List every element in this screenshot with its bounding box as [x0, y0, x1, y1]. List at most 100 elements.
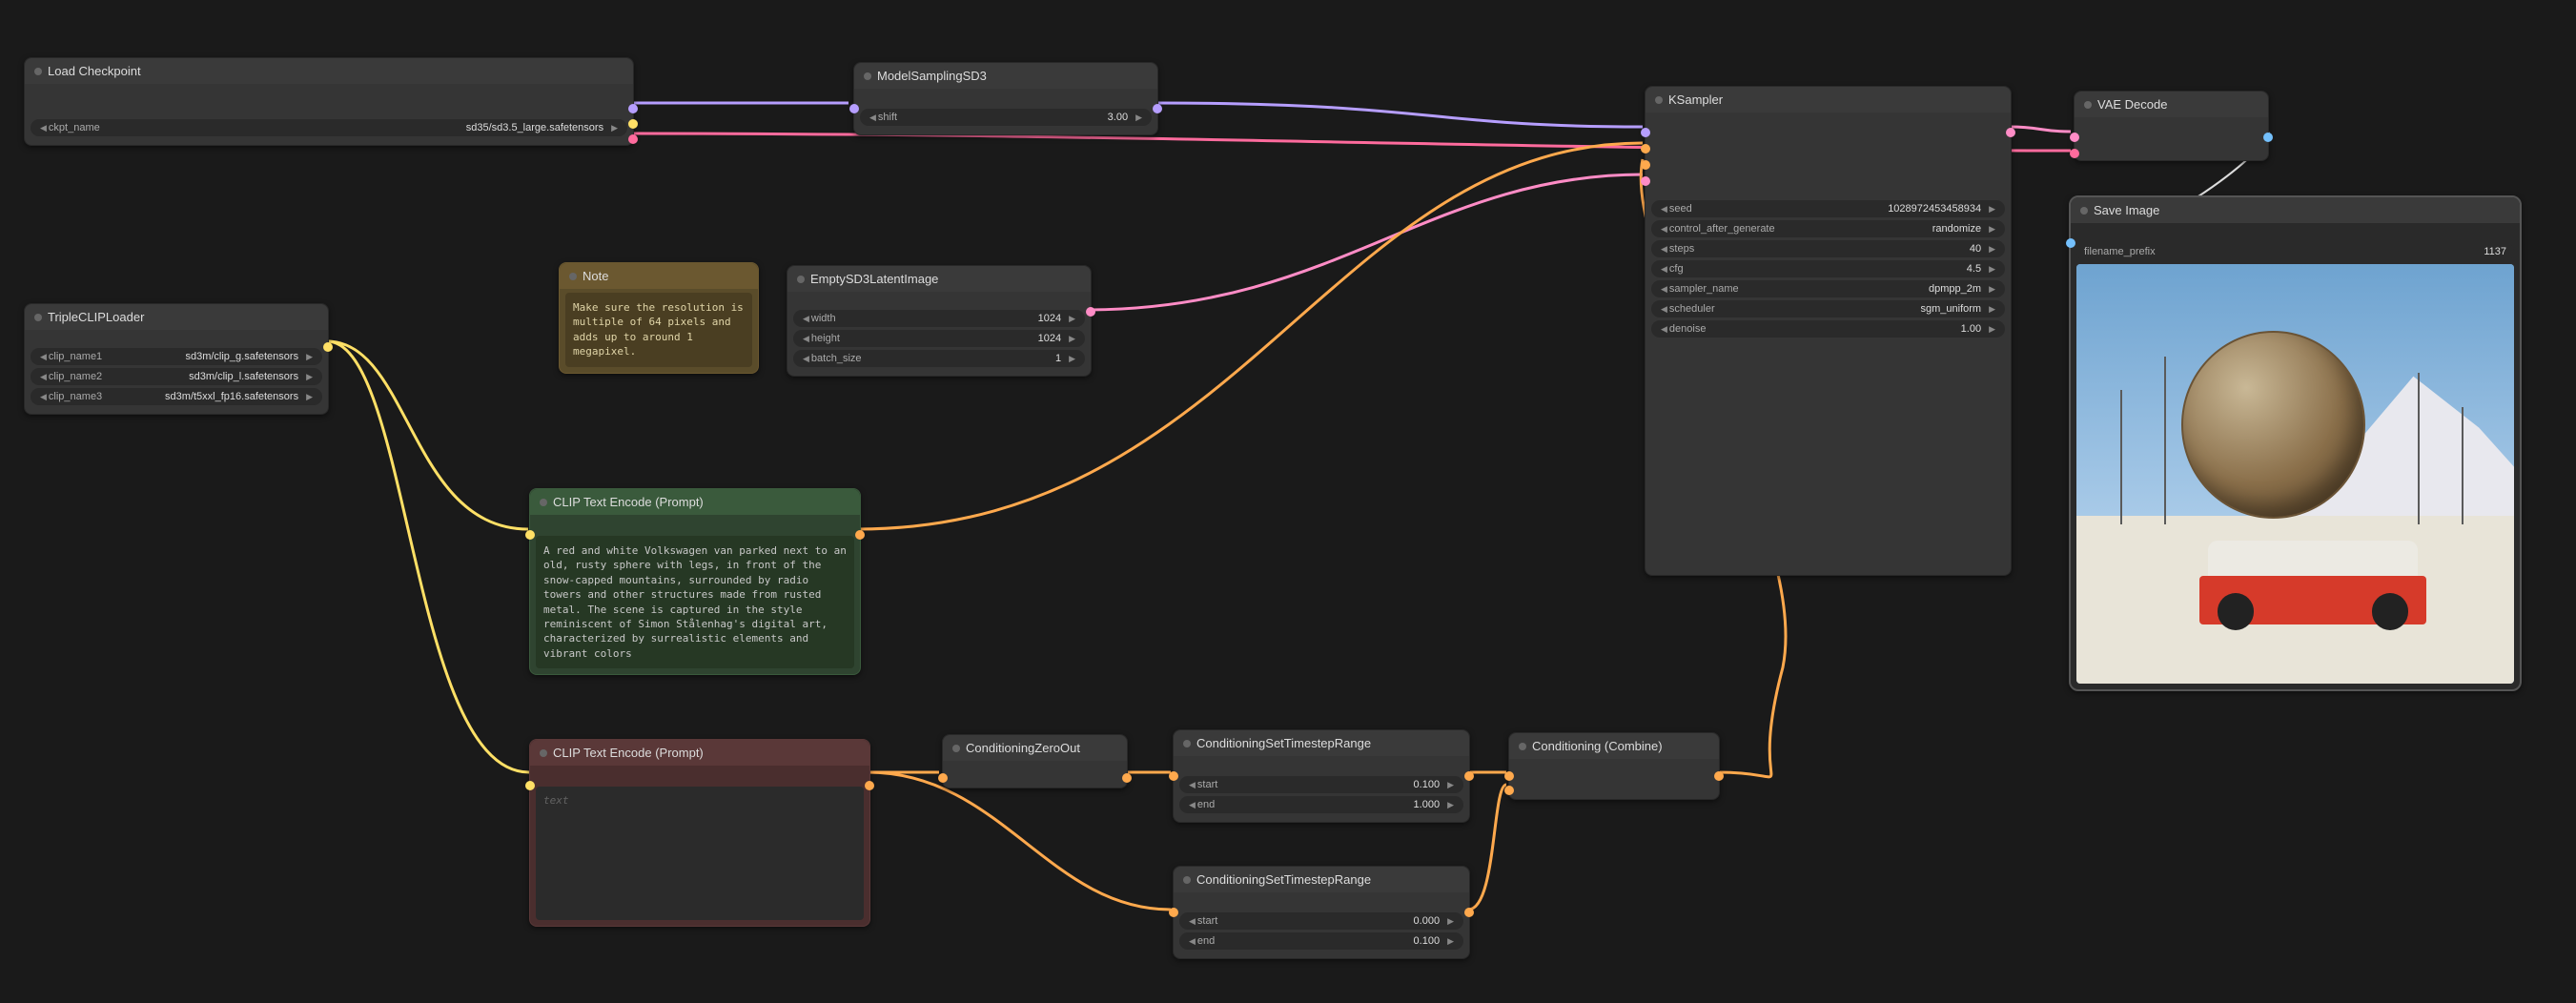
- arrow-right-icon[interactable]: ▶: [304, 352, 315, 362]
- width-widget[interactable]: ◀width1024▶: [793, 310, 1085, 327]
- shift-widget[interactable]: ◀ shift 3.00 ▶: [860, 109, 1152, 126]
- node-cond-range-2[interactable]: ConditioningSetTimestepRange ◀start0.000…: [1173, 866, 1470, 959]
- arrow-right-icon[interactable]: ▶: [1067, 314, 1077, 324]
- note-text[interactable]: Make sure the resolution is multiple of …: [565, 293, 752, 367]
- port-model-out[interactable]: [1153, 104, 1162, 113]
- arrow-left-icon[interactable]: ◀: [1187, 936, 1197, 947]
- negative-prompt-text[interactable]: text: [536, 787, 864, 920]
- port-model-out[interactable]: [628, 104, 638, 113]
- node-header[interactable]: KSampler: [1646, 87, 2011, 113]
- node-clip-negative[interactable]: CLIP Text Encode (Prompt) text: [529, 739, 870, 927]
- port-latent-out[interactable]: [2006, 128, 2015, 137]
- clip1-widget[interactable]: ◀clip_name1sd3m/clip_g.safetensors▶: [31, 348, 322, 365]
- node-triple-clip[interactable]: TripleCLIPLoader ◀clip_name1sd3m/clip_g.…: [24, 303, 329, 415]
- arrow-left-icon[interactable]: ◀: [38, 372, 49, 382]
- port-model-in[interactable]: [849, 104, 859, 113]
- node-vae-decode[interactable]: VAE Decode: [2074, 91, 2269, 161]
- arrow-right-icon[interactable]: ▶: [1067, 354, 1077, 364]
- port-cond-in[interactable]: [1169, 771, 1178, 781]
- arrow-left-icon[interactable]: ◀: [1187, 780, 1197, 790]
- collapse-dot-icon[interactable]: [34, 314, 42, 321]
- collapse-dot-icon[interactable]: [1183, 740, 1191, 747]
- port-negative-in[interactable]: [1641, 160, 1650, 170]
- port-vae-out[interactable]: [628, 134, 638, 144]
- arrow-right-icon[interactable]: ▶: [1987, 244, 1997, 255]
- node-header[interactable]: VAE Decode: [2075, 92, 2268, 117]
- ckpt-name-widget[interactable]: ◀ ckpt_name sd35/sd3.5_large.safetensors…: [31, 119, 627, 136]
- node-header[interactable]: CLIP Text Encode (Prompt): [530, 489, 860, 515]
- port-clip-out[interactable]: [628, 119, 638, 129]
- port-cond-out[interactable]: [1714, 771, 1724, 781]
- arrow-right-icon[interactable]: ▶: [1987, 284, 1997, 295]
- arrow-right-icon[interactable]: ▶: [1445, 936, 1456, 947]
- node-header[interactable]: CLIP Text Encode (Prompt): [530, 740, 869, 766]
- port-vae-in[interactable]: [2070, 149, 2079, 158]
- sampler-widget[interactable]: ◀sampler_namedpmpp_2m▶: [1651, 280, 2005, 297]
- collapse-dot-icon[interactable]: [1183, 876, 1191, 884]
- collapse-dot-icon[interactable]: [797, 276, 805, 283]
- arrow-right-icon[interactable]: ▶: [304, 372, 315, 382]
- node-cond-combine[interactable]: Conditioning (Combine): [1508, 732, 1720, 800]
- port-cond-out[interactable]: [1464, 771, 1474, 781]
- node-header[interactable]: EmptySD3LatentImage: [787, 266, 1091, 292]
- node-note[interactable]: Note Make sure the resolution is multipl…: [559, 262, 759, 374]
- steps-widget[interactable]: ◀steps40▶: [1651, 240, 2005, 257]
- port-cond-in[interactable]: [1169, 908, 1178, 917]
- arrow-right-icon[interactable]: ▶: [1987, 264, 1997, 275]
- arrow-left-icon[interactable]: ◀: [38, 123, 49, 133]
- node-ksampler[interactable]: KSampler ◀seed1028972453458934▶ ◀control…: [1645, 86, 2012, 576]
- arrow-right-icon[interactable]: ▶: [1987, 324, 1997, 335]
- arrow-right-icon[interactable]: ▶: [1445, 800, 1456, 810]
- node-header[interactable]: Save Image: [2071, 197, 2520, 223]
- arrow-left-icon[interactable]: ◀: [1659, 224, 1669, 235]
- prefix-widget[interactable]: filename_prefix1137: [2076, 243, 2514, 260]
- arrow-right-icon[interactable]: ▶: [1987, 224, 1997, 235]
- port-cond-out[interactable]: [1464, 908, 1474, 917]
- arrow-left-icon[interactable]: ◀: [1659, 304, 1669, 315]
- end-widget[interactable]: ◀end0.100▶: [1179, 932, 1463, 950]
- arrow-left-icon[interactable]: ◀: [1659, 204, 1669, 215]
- collapse-dot-icon[interactable]: [540, 749, 547, 757]
- port-cond-out[interactable]: [855, 530, 865, 540]
- node-header[interactable]: TripleCLIPLoader: [25, 304, 328, 330]
- node-save-image[interactable]: Save Image filename_prefix1137: [2069, 195, 2522, 691]
- collapse-dot-icon[interactable]: [2080, 207, 2088, 215]
- node-cond-range-1[interactable]: ConditioningSetTimestepRange ◀start0.100…: [1173, 729, 1470, 823]
- collapse-dot-icon[interactable]: [2084, 101, 2092, 109]
- arrow-right-icon[interactable]: ▶: [1445, 916, 1456, 927]
- collapse-dot-icon[interactable]: [34, 68, 42, 75]
- port-clip-out[interactable]: [323, 342, 333, 352]
- port-images-in[interactable]: [2066, 238, 2075, 248]
- port-samples-in[interactable]: [2070, 133, 2079, 142]
- arrow-right-icon[interactable]: ▶: [304, 392, 315, 402]
- arrow-left-icon[interactable]: ◀: [801, 334, 811, 344]
- node-cond-zero[interactable]: ConditioningZeroOut: [942, 734, 1128, 788]
- port-cond-in[interactable]: [938, 773, 948, 783]
- height-widget[interactable]: ◀height1024▶: [793, 330, 1085, 347]
- port-latent-out[interactable]: [1086, 307, 1095, 317]
- port-cond-out[interactable]: [1122, 773, 1132, 783]
- cfg-widget[interactable]: ◀cfg4.5▶: [1651, 260, 2005, 277]
- clip3-widget[interactable]: ◀clip_name3sd3m/t5xxl_fp16.safetensors▶: [31, 388, 322, 405]
- batch-widget[interactable]: ◀batch_size1▶: [793, 350, 1085, 367]
- arrow-left-icon[interactable]: ◀: [1659, 324, 1669, 335]
- arrow-left-icon[interactable]: ◀: [1187, 916, 1197, 927]
- collapse-dot-icon[interactable]: [569, 273, 577, 280]
- seed-widget[interactable]: ◀seed1028972453458934▶: [1651, 200, 2005, 217]
- node-clip-positive[interactable]: CLIP Text Encode (Prompt) A red and whit…: [529, 488, 861, 675]
- arrow-left-icon[interactable]: ◀: [1187, 800, 1197, 810]
- arrow-left-icon[interactable]: ◀: [1659, 284, 1669, 295]
- node-header[interactable]: ModelSamplingSD3: [854, 63, 1157, 89]
- collapse-dot-icon[interactable]: [540, 499, 547, 506]
- port-clip-in[interactable]: [525, 530, 535, 540]
- node-header[interactable]: ConditioningZeroOut: [943, 735, 1127, 761]
- port-cond1-in[interactable]: [1504, 771, 1514, 781]
- node-header[interactable]: ConditioningSetTimestepRange: [1174, 867, 1469, 892]
- arrow-right-icon[interactable]: ▶: [1987, 304, 1997, 315]
- collapse-dot-icon[interactable]: [864, 72, 871, 80]
- port-latent-in[interactable]: [1641, 176, 1650, 186]
- node-header[interactable]: Load Checkpoint: [25, 58, 633, 84]
- arrow-left-icon[interactable]: ◀: [801, 354, 811, 364]
- arrow-right-icon[interactable]: ▶: [609, 123, 620, 133]
- start-widget[interactable]: ◀start0.000▶: [1179, 912, 1463, 930]
